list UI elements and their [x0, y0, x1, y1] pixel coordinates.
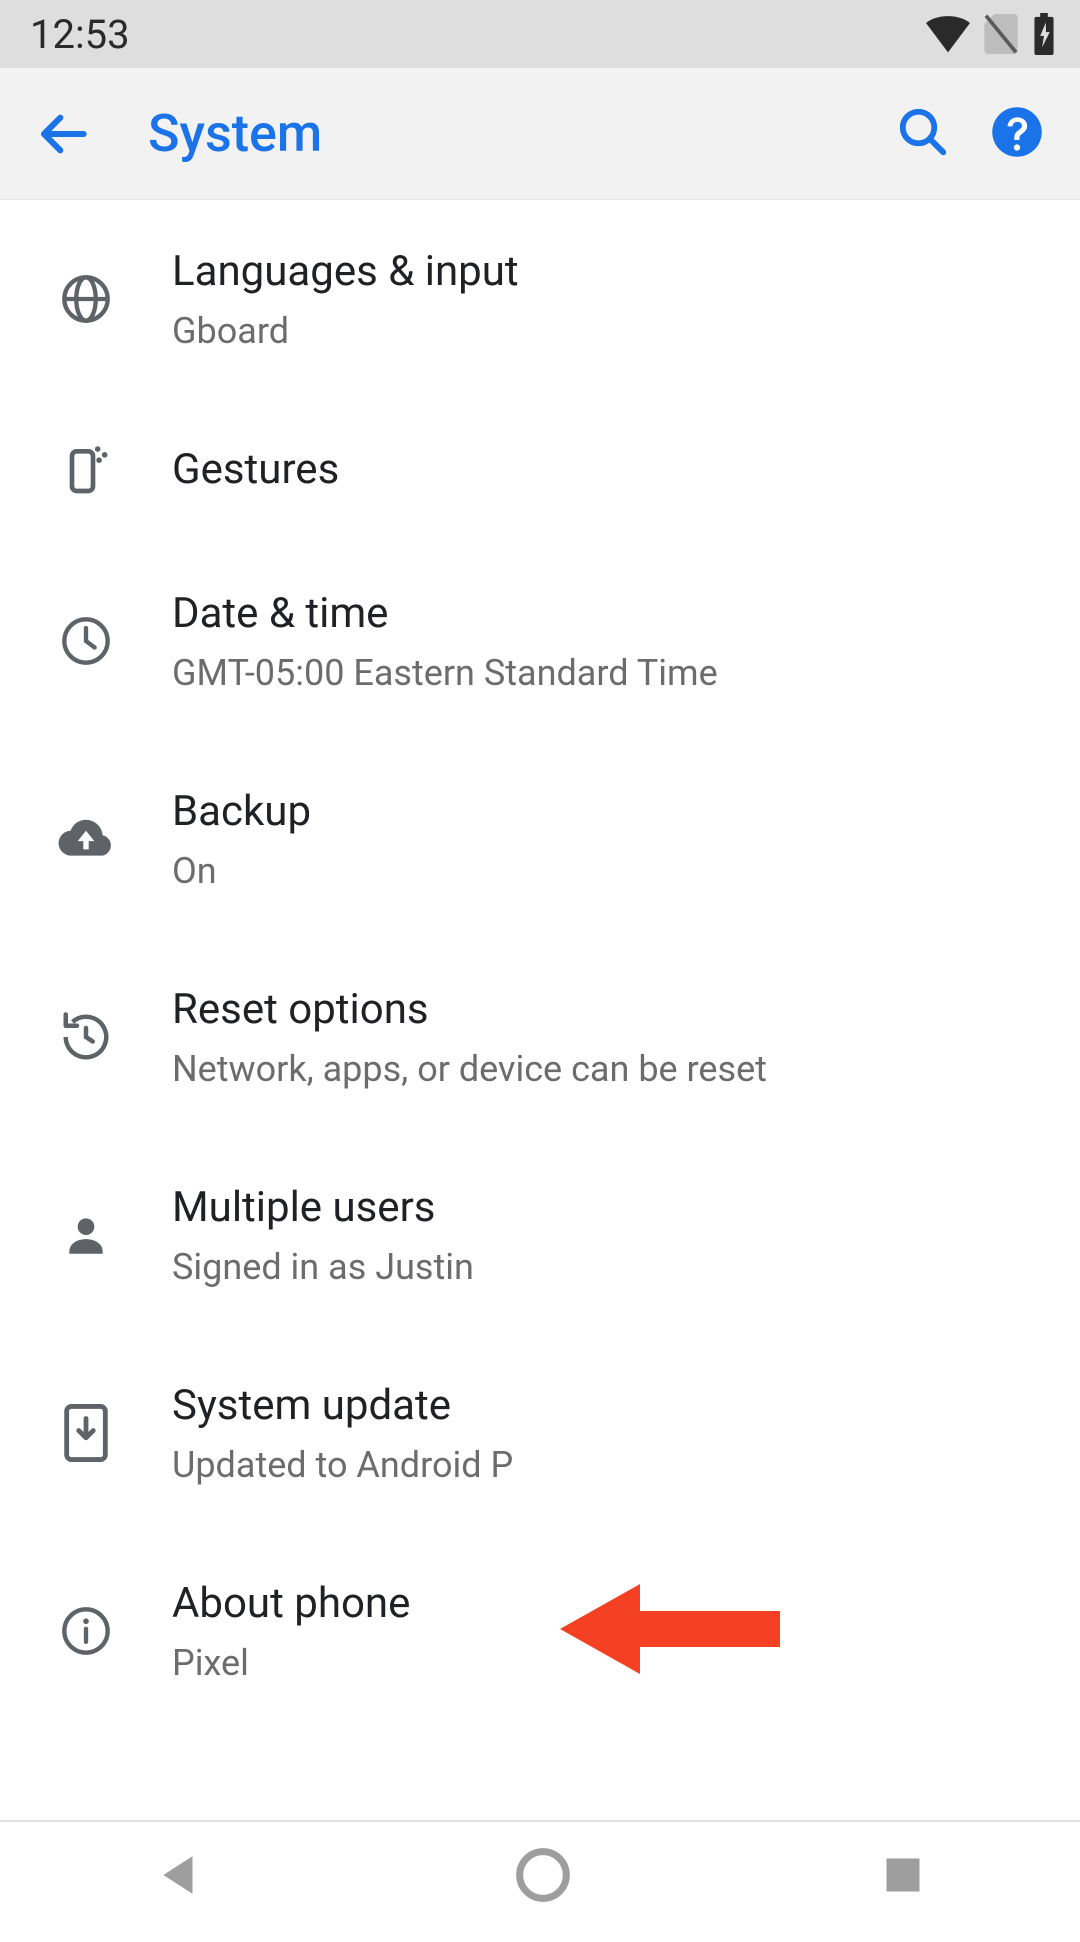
no-sim-icon [984, 14, 1018, 54]
search-icon [896, 105, 950, 159]
row-gestures[interactable]: Gestures [0, 398, 1080, 542]
row-title: Multiple users [172, 1180, 1040, 1236]
row-subtitle: Pixel [172, 1640, 1040, 1686]
nav-triangle-back-icon [155, 1850, 205, 1900]
row-title: About phone [172, 1576, 1040, 1632]
row-subtitle: Updated to Android P [172, 1442, 1040, 1488]
cloud-upload-icon [57, 817, 115, 861]
row-languages-input[interactable]: Languages & input Gboard [0, 200, 1080, 398]
row-reset-options[interactable]: Reset options Network, apps, or device c… [0, 938, 1080, 1136]
row-multiple-users[interactable]: Multiple users Signed in as Justin [0, 1136, 1080, 1334]
gesture-icon [58, 442, 114, 498]
help-button[interactable] [990, 105, 1044, 163]
globe-icon [60, 273, 112, 325]
row-about-phone[interactable]: About phone Pixel [0, 1532, 1080, 1730]
nav-back-button[interactable] [155, 1850, 205, 1904]
row-title: Reset options [172, 982, 1040, 1038]
search-button[interactable] [896, 105, 950, 163]
nav-square-recents-icon [881, 1853, 925, 1897]
nav-recents-button[interactable] [881, 1853, 925, 1901]
nav-home-button[interactable] [515, 1847, 571, 1907]
status-bar: 12:53 [0, 0, 1080, 68]
app-bar: System [0, 68, 1080, 200]
row-subtitle: On [172, 848, 1040, 894]
battery-charging-icon [1032, 13, 1056, 55]
info-icon [60, 1605, 112, 1657]
system-update-icon [63, 1404, 109, 1462]
nav-circle-home-icon [515, 1847, 571, 1903]
settings-list: Languages & input Gboard Gestures Date &… [0, 200, 1080, 1822]
navigation-bar [0, 1822, 1080, 1942]
status-icons [926, 13, 1056, 55]
row-subtitle: Signed in as Justin [172, 1244, 1040, 1290]
back-button[interactable] [30, 99, 100, 169]
row-subtitle: Gboard [172, 308, 1040, 354]
row-subtitle: GMT-05:00 Eastern Standard Time [172, 650, 1040, 696]
person-icon [61, 1210, 111, 1260]
restore-icon [59, 1010, 113, 1064]
row-title: Backup [172, 784, 1040, 840]
status-time: 12:53 [30, 11, 130, 58]
row-title: Languages & input [172, 244, 1040, 300]
row-title: Gestures [172, 442, 1040, 498]
row-title: Date & time [172, 586, 1040, 642]
page-title: System [148, 103, 896, 164]
arrow-back-icon [37, 106, 93, 162]
spacer [0, 1730, 1080, 1820]
wifi-icon [926, 15, 970, 53]
row-subtitle: Network, apps, or device can be reset [172, 1046, 1040, 1092]
row-title: System update [172, 1378, 1040, 1434]
help-icon [990, 105, 1044, 159]
row-backup[interactable]: Backup On [0, 740, 1080, 938]
row-system-update[interactable]: System update Updated to Android P [0, 1334, 1080, 1532]
clock-icon [60, 615, 112, 667]
row-date-time[interactable]: Date & time GMT-05:00 Eastern Standard T… [0, 542, 1080, 740]
